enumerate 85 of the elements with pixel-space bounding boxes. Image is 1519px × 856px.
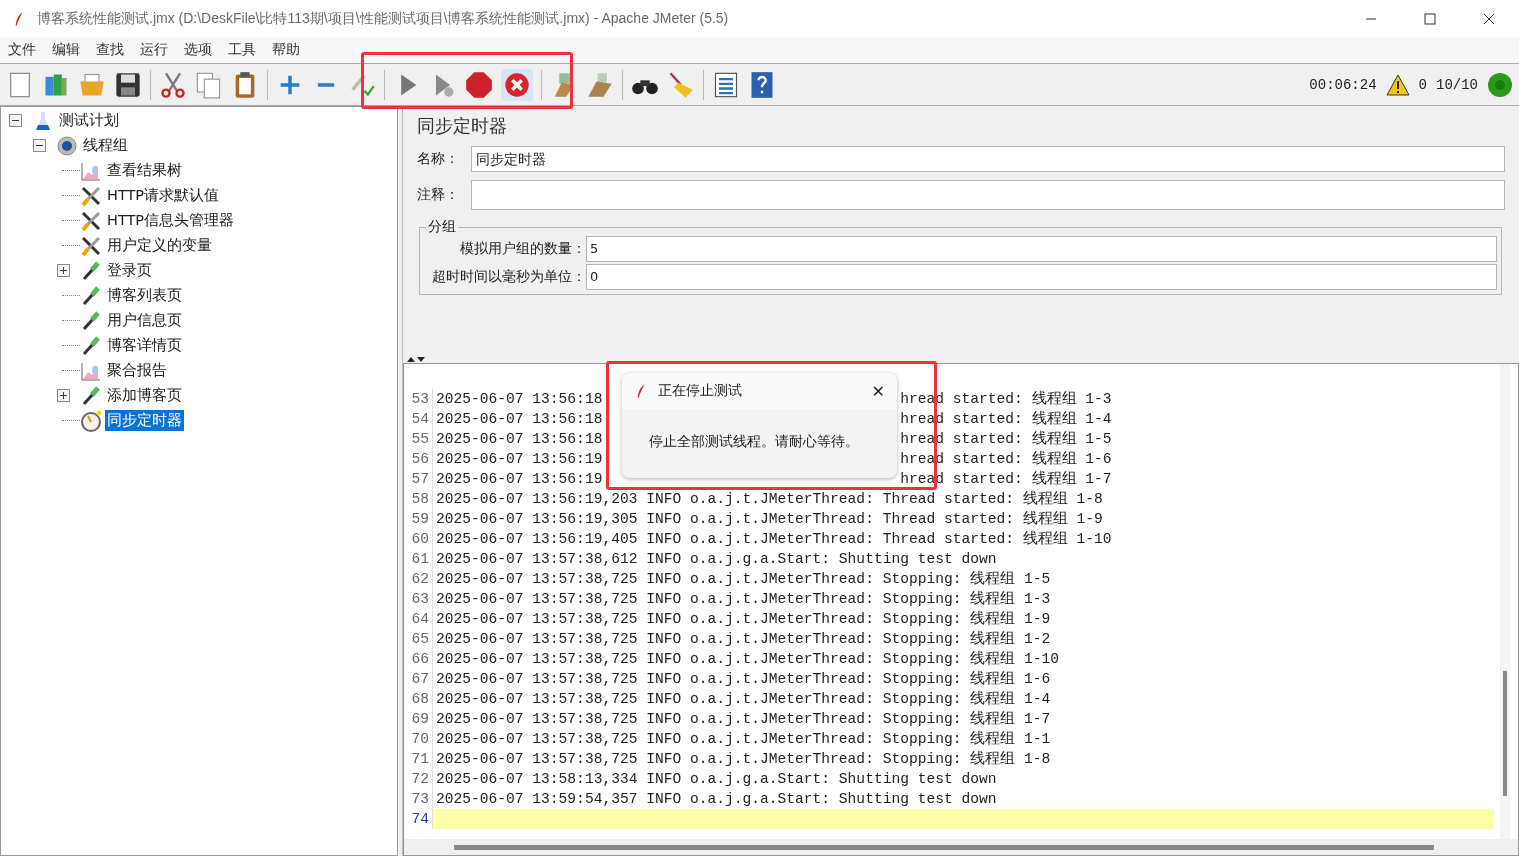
input-field[interactable]: 0 — [586, 264, 1497, 290]
log-text: 2025-06-07 13:56:19,405 INFO o.a.j.t.JMeterThread: Thread started: 线程组 1-10 — [436, 531, 1112, 547]
clock-icon — [80, 409, 102, 432]
feather-icon — [636, 382, 646, 400]
stop-sign-icon[interactable] — [465, 70, 493, 99]
menu-item[interactable]: 帮助 — [272, 41, 300, 59]
tree-item[interactable]: 线程组 — [81, 135, 130, 156]
warning-icon[interactable] — [1385, 73, 1410, 96]
tree-toggle[interactable] — [57, 389, 70, 402]
pipette-icon — [80, 284, 102, 307]
log-text: 2025-06-07 13:58:13,334 INFO o.a.j.g.a.Start: Shutting test down — [436, 771, 997, 787]
log-text: 2025-06-07 13:57:38,725 INFO o.a.j.t.JMeterThread: Stopping: 线程组 1-4 — [436, 691, 1051, 707]
log-text: 2025-06-07 13:56:18 — [436, 390, 603, 409]
scrollbar[interactable] — [1500, 364, 1510, 839]
save-icon[interactable] — [114, 70, 142, 99]
tree-item[interactable]: 添加博客页 — [105, 385, 184, 406]
log-text: 2025-06-07 13:56:19 — [436, 470, 603, 489]
log-text: 2025-06-07 13:57:38,612 INFO o.a.j.g.a.Start: Shutting test down — [436, 551, 997, 567]
tree-item[interactable]: 博客详情页 — [105, 335, 184, 356]
log-text: 2025-06-07 13:56:19,305 INFO o.a.j.t.JMeterThread: Thread started: 线程组 1-9 — [436, 511, 1103, 527]
log-text: 2025-06-07 13:57:38,725 INFO o.a.j.t.JMeterThread: Stopping: 线程组 1-10 — [436, 651, 1059, 667]
field-label: 名称： — [417, 150, 460, 168]
pipette-icon — [80, 309, 102, 332]
tree-toggle[interactable] — [57, 264, 70, 277]
tree-toggle[interactable] — [9, 114, 22, 127]
window-title: 博客系统性能测试.jmx (D:\DeskFile\比特113期\项目\性能测试项目\博客系统性能测试.jmx) - Apache JMeter (5.5) — [37, 9, 729, 28]
scissors-icon[interactable] — [159, 70, 187, 99]
warning-count: 0 — [1418, 76, 1427, 93]
log-text: 2025-06-07 13:59:54,357 INFO o.a.j.g.a.Start: Shutting test down — [436, 791, 997, 807]
panel-title: 同步定时器 — [417, 114, 508, 138]
menu-item[interactable]: 选项 — [184, 41, 212, 59]
log-text: 2025-06-07 13:57:38,725 INFO o.a.j.t.JMeterThread: Stopping: 线程组 1-3 — [436, 591, 1051, 607]
tree-item[interactable]: 用户信息页 — [105, 310, 184, 331]
group-legend: 分组 — [426, 218, 458, 236]
log-text: 2025-06-07 13:57:38,725 INFO o.a.j.t.JMeterThread: Stopping: 线程组 1-6 — [436, 671, 1051, 687]
log-text: 2025-06-07 13:57:38,725 INFO o.a.j.t.JMeterThread: Stopping: 线程组 1-9 — [436, 611, 1051, 627]
tree-item[interactable]: 聚合报告 — [105, 360, 169, 381]
status-light-icon — [1487, 71, 1513, 98]
tree-toggle[interactable] — [33, 139, 46, 152]
tree-item[interactable]: 登录页 — [105, 260, 154, 281]
log-text: 2025-06-07 13:56:18 — [436, 410, 603, 429]
tools-icon — [80, 184, 102, 207]
name-field[interactable]: 同步定时器 — [471, 146, 1505, 172]
field-label: 注释： — [417, 186, 460, 204]
menu-item[interactable]: 编辑 — [52, 41, 80, 59]
menu-item[interactable]: 运行 — [140, 41, 168, 59]
gear-icon — [56, 134, 78, 157]
dialog-title: 正在停止测试 — [658, 382, 742, 400]
menu-item[interactable]: 工具 — [228, 41, 256, 59]
log-text: 2025-06-07 13:57:38,725 INFO o.a.j.t.JMeterThread: Stopping: 线程组 1-5 — [436, 571, 1051, 587]
elapsed-time: 00:06:24 — [1309, 76, 1377, 93]
close-icon[interactable] — [1483, 12, 1495, 25]
log-text: 2025-06-07 13:56:19 — [436, 450, 603, 469]
tools-icon — [80, 234, 102, 257]
thread-count: 10/10 — [1436, 76, 1478, 93]
list-icon[interactable] — [712, 70, 740, 99]
close-button[interactable]: ✕ — [871, 381, 885, 401]
tree-item[interactable]: HTTP信息头管理器 — [105, 210, 237, 231]
log-text: 2025-06-07 13:56:19,203 INFO o.a.j.t.JMeterThread: Thread started: 线程组 1-8 — [436, 491, 1103, 507]
pipette-icon — [80, 259, 102, 282]
log-text: 2025-06-07 13:57:38,725 INFO o.a.j.t.JMeterThread: Stopping: 线程组 1-2 — [436, 631, 1051, 647]
log-text: 2025-06-07 13:57:38,725 INFO o.a.j.t.JMeterThread: Stopping: 线程组 1-1 — [436, 731, 1051, 747]
input-field[interactable]: 5 — [586, 236, 1497, 262]
tools-icon — [80, 209, 102, 232]
pipette-icon — [80, 384, 102, 407]
maximize-icon[interactable] — [1424, 12, 1436, 25]
log-text: 2025-06-07 13:57:38,725 INFO o.a.j.t.JMeterThread: Stopping: 线程组 1-7 — [436, 711, 1051, 727]
tree-item[interactable]: 博客列表页 — [105, 285, 184, 306]
field-label: 超时时间以毫秒为单位： — [431, 268, 586, 286]
close-circle-icon[interactable] — [503, 70, 531, 99]
split-arrows-icon[interactable] — [407, 355, 425, 363]
menu-item[interactable]: 文件 — [8, 41, 36, 59]
tree-item[interactable]: HTTP请求默认值 — [105, 185, 222, 206]
field-label: 模拟用户组的数量： — [459, 240, 586, 258]
tree-item[interactable]: 查看结果树 — [105, 160, 184, 181]
menu-item[interactable]: 查找 — [96, 41, 124, 59]
comment-field[interactable] — [471, 180, 1505, 210]
pipette-icon — [80, 334, 102, 357]
tree-item[interactable]: 用户定义的变量 — [105, 235, 214, 256]
dialog-message: 停止全部测试线程。请耐心等待。 — [648, 432, 860, 451]
tree-item[interactable]: 同步定时器 — [105, 410, 184, 431]
copy-icon[interactable] — [195, 70, 223, 99]
log-text: 2025-06-07 13:57:38,725 INFO o.a.j.t.JMeterThread: Stopping: 线程组 1-8 — [436, 751, 1051, 767]
tree-item[interactable]: 测试计划 — [57, 110, 121, 131]
log-text: 2025-06-07 13:56:18 — [436, 430, 603, 449]
